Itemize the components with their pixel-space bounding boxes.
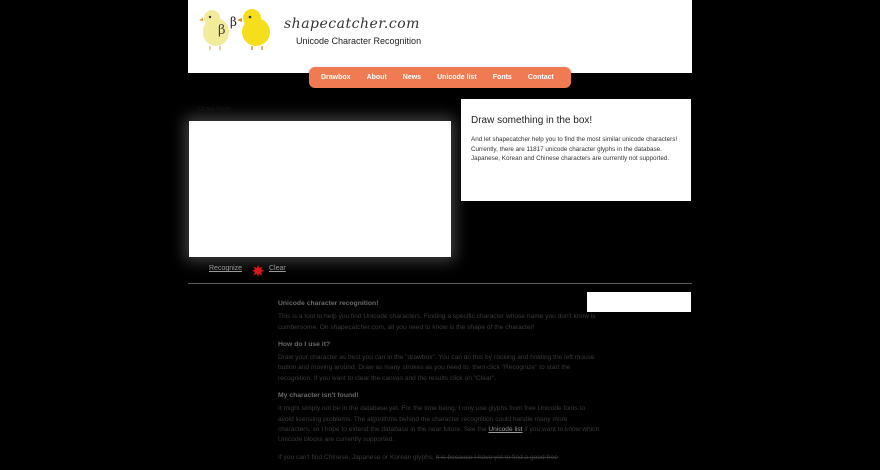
- para-cjk-strike: it is because I have yet to find a good …: [435, 453, 558, 461]
- heading-recognition: Unicode character recognition!: [278, 300, 379, 307]
- nav-item-news[interactable]: News: [403, 74, 421, 81]
- drawbox-caption: Draw here:: [198, 106, 233, 113]
- chicks-logo-icon[interactable]: β β: [194, 6, 276, 50]
- para-cjk: If you can't find Chinese, Japanese or K…: [278, 453, 600, 463]
- nav-item-contact[interactable]: Contact: [528, 74, 554, 81]
- logo-glyph-left: β: [218, 23, 226, 38]
- logo-glyph-right: β: [230, 15, 237, 29]
- para-cjk-text: If you can't find Chinese, Japanese or K…: [278, 453, 434, 461]
- about-content: Unicode character recognition! This is a…: [278, 299, 600, 470]
- para-intro: This is a tool to help you find Unicode …: [278, 313, 596, 331]
- unicode-list-link[interactable]: Unicode list: [488, 426, 522, 433]
- site-subtitle: Unicode Character Recognition: [296, 36, 422, 46]
- nav-item-drawbox[interactable]: Drawbox: [321, 74, 351, 81]
- para-not-found: It might simply not be in the database y…: [278, 404, 600, 445]
- clear-link[interactable]: Clear: [269, 265, 286, 272]
- nav-item-about[interactable]: About: [367, 74, 387, 81]
- recognize-link[interactable]: Recognize: [209, 265, 242, 272]
- main-nav: Drawbox About News Unicode list Fonts Co…: [309, 67, 571, 88]
- site-name: shapecatcher.com: [284, 16, 420, 32]
- red-splat-icon[interactable]: [251, 264, 265, 277]
- nav-item-unicode-list[interactable]: Unicode list: [437, 74, 477, 81]
- para-how-to: Draw your character as best you can in t…: [278, 354, 595, 382]
- heading-not-found: My character isn't found!: [278, 392, 359, 400]
- intro-line-2: Currently, there are 11817 unicode chara…: [471, 145, 670, 163]
- section-divider: [188, 283, 692, 284]
- site-header: β β shapecatcher.com Unicode Character R…: [188, 0, 692, 73]
- intro-line-1: And let shapecatcher help you to find th…: [471, 136, 678, 143]
- intro-title: Draw something in the box!: [471, 115, 593, 126]
- side-panel: [587, 292, 691, 312]
- heading-how-to: How do I use it?: [278, 340, 331, 348]
- nav-item-fonts[interactable]: Fonts: [493, 74, 512, 81]
- intro-box: Draw something in the box! And let shape…: [461, 99, 691, 201]
- drawbox-canvas[interactable]: [189, 121, 451, 257]
